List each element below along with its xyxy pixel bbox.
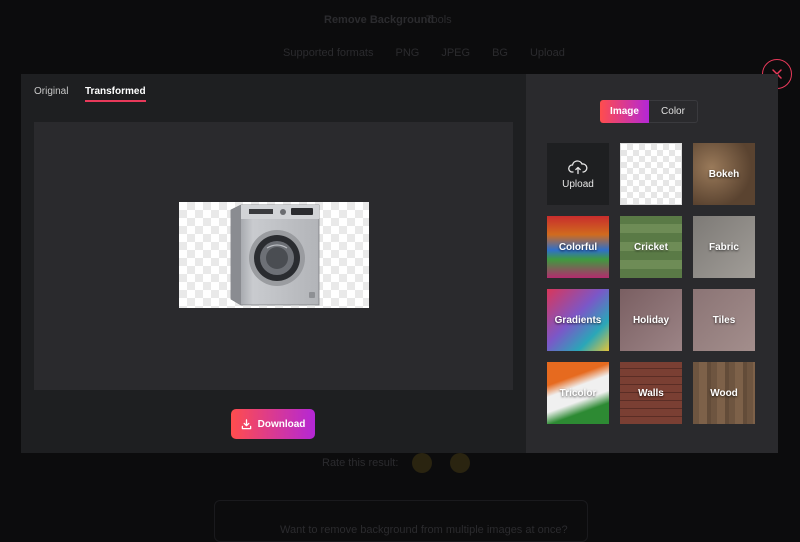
tile-label: Holiday <box>632 314 670 326</box>
washing-machine-image <box>230 204 320 306</box>
tile-fabric[interactable]: Fabric <box>693 216 755 278</box>
bg-nav-item: PNG <box>395 47 420 59</box>
bg-nav-item: JPEG <box>441 47 471 59</box>
tile-colorful[interactable]: Colorful <box>547 216 609 278</box>
tile-label: Cricket <box>634 241 668 253</box>
bg-emoji-icon <box>450 453 470 473</box>
tile-transparent[interactable] <box>620 143 682 205</box>
tile-label: Tiles <box>712 314 736 326</box>
background-panel: Image Color Upload Bokeh Colorful Cricke… <box>526 74 778 453</box>
tile-wood[interactable]: Wood <box>693 362 755 424</box>
bg-nav-item: Supported formats <box>283 47 374 59</box>
download-icon <box>241 418 251 429</box>
tile-walls[interactable]: Walls <box>620 362 682 424</box>
tile-label: Upload <box>562 178 594 190</box>
download-button[interactable]: Download <box>231 409 315 439</box>
tile-upload[interactable]: Upload <box>547 143 609 205</box>
tile-label: Colorful <box>558 241 598 253</box>
tile-holiday[interactable]: Holiday <box>620 289 682 351</box>
tile-tricolor[interactable]: Tricolor <box>547 362 609 424</box>
tile-label: Gradients <box>554 314 602 326</box>
bg-nav: Supported formats PNG JPEG BG Upload <box>283 47 565 59</box>
bg-nav-item: BG <box>492 47 508 59</box>
bg-nav-item: Upload <box>529 47 565 59</box>
bg-feedback-label: Rate this result: <box>322 457 399 469</box>
bg-page-subtitle: Tools <box>426 14 452 26</box>
download-label: Download <box>257 418 306 430</box>
tile-label: Tricolor <box>559 387 597 399</box>
bg-page-title: Remove Background <box>324 14 435 26</box>
tile-tiles[interactable]: Tiles <box>693 289 755 351</box>
tile-label: Fabric <box>708 241 739 253</box>
tile-label: Wood <box>710 387 738 399</box>
toggle-image[interactable]: Image <box>600 100 649 123</box>
toggle-color[interactable]: Color <box>649 100 698 123</box>
background-type-toggle: Image Color <box>600 100 698 123</box>
tile-label: Walls <box>638 387 664 399</box>
bg-bottom-text: Want to remove background from multiple … <box>280 524 568 536</box>
tab-transformed[interactable]: Transformed <box>85 86 146 102</box>
preview-canvas <box>34 122 513 390</box>
bg-emoji-icon <box>412 453 432 473</box>
result-modal: Original Transformed Download Image Colo… <box>21 74 778 453</box>
tab-original[interactable]: Original <box>34 86 68 97</box>
tile-cricket[interactable]: Cricket <box>620 216 682 278</box>
tile-bokeh[interactable]: Bokeh <box>693 143 755 205</box>
tile-gradients[interactable]: Gradients <box>547 289 609 351</box>
transformed-image <box>179 202 369 308</box>
tile-label: Bokeh <box>708 168 740 180</box>
preview-pane: Original Transformed Download <box>21 74 526 453</box>
cloud-upload-icon <box>568 159 588 174</box>
